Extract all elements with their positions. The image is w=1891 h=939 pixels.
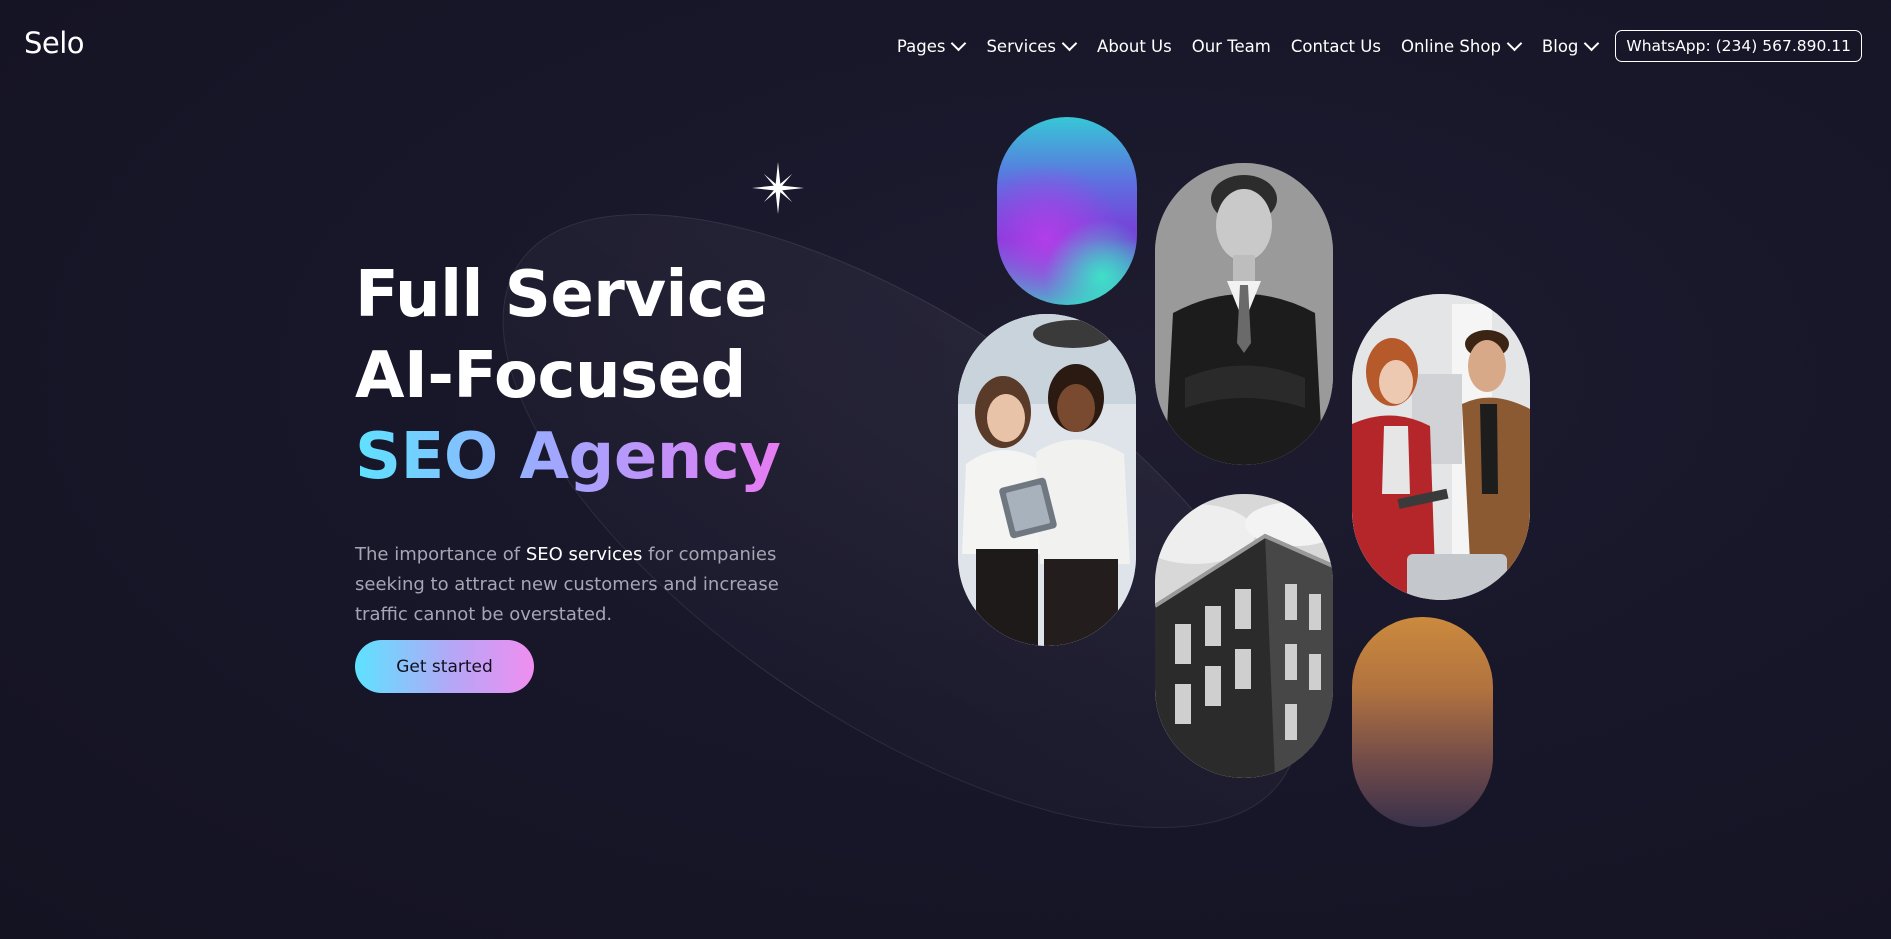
orange-gradient-image [1352,617,1493,827]
get-started-button[interactable]: Get started [355,640,534,693]
hero-title-line-3: SEO Agency [355,417,875,498]
nav-item-label: Blog [1541,36,1579,56]
hero-title-line-1: Full Service [355,258,768,332]
nav-item-about-us[interactable]: About Us [1097,37,1172,56]
nav-item-label: Pages [896,36,946,56]
nav-item-label: Our Team [1191,36,1271,56]
description-highlight: SEO services [525,544,643,565]
nav-item-online-shop[interactable]: Online Shop [1400,35,1523,56]
nav-item-services[interactable]: Services [986,35,1078,56]
whatsapp-button[interactable]: WhatsApp: (234) 567.890.11 [1615,30,1862,62]
gradient-blob-image [997,117,1137,305]
chevron-down-icon [1506,35,1523,52]
hero-title-line-2: AI-Focused [355,339,746,413]
nav-item-label: About Us [1097,36,1172,56]
site-header: Selo Pages Services About Us Our Team Co… [0,0,1891,90]
chevron-down-icon [1584,35,1600,52]
hero-title-gradient-text: SEO Agency [355,420,781,494]
colleagues-at-laptop-photo [1352,294,1530,600]
businessman-portrait-photo [1155,163,1333,465]
nav-item-pages[interactable]: Pages [896,35,967,56]
main-nav: Pages Services About Us Our Team Contact… [877,30,1862,62]
nav-item-label: Contact Us [1290,36,1381,56]
nav-item-our-team[interactable]: Our Team [1192,37,1271,56]
nav-item-label: Services [986,36,1057,56]
office-building-photo [1155,494,1333,778]
nav-item-blog[interactable]: Blog [1541,35,1600,56]
hero-title: Full Service AI-Focused SEO Agency [355,255,875,498]
hero-description: The importance of SEO services for compa… [355,540,835,630]
sparkle-star-icon [752,162,804,214]
chevron-down-icon [1061,35,1078,52]
description-prefix: The importance of [355,544,526,565]
hero-section: Full Service AI-Focused SEO Agency The i… [355,255,875,630]
nav-item-label: Online Shop [1400,36,1501,56]
two-women-with-tablet-photo [958,314,1136,646]
logo[interactable]: Selo [24,26,85,60]
chevron-down-icon [951,35,967,52]
nav-item-contact-us[interactable]: Contact Us [1291,37,1381,56]
